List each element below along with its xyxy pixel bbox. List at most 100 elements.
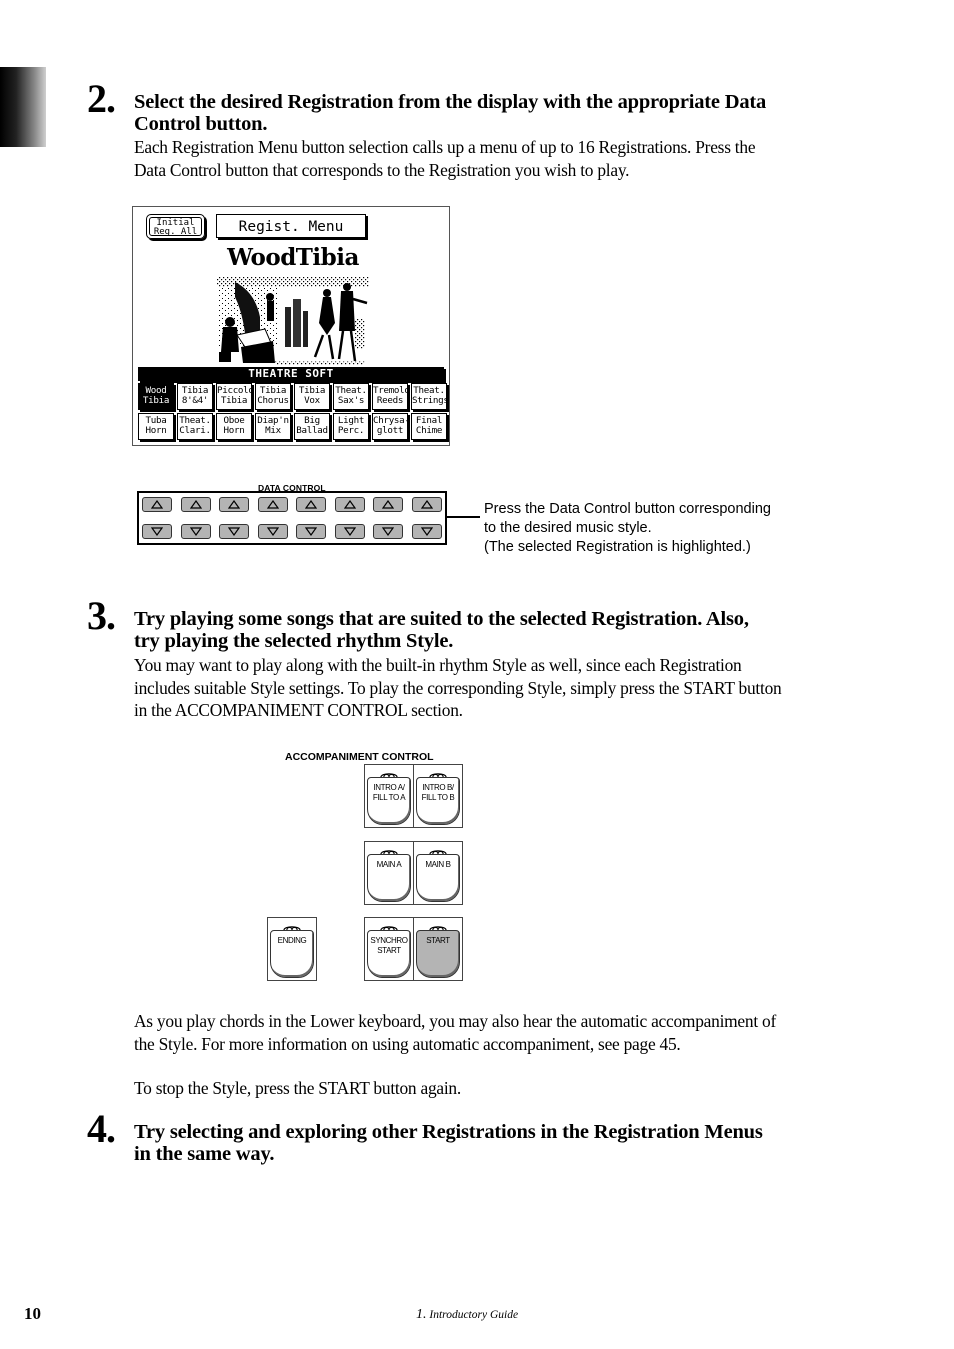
ending-button[interactable]: ENDING — [268, 918, 316, 980]
lcd-display: Initial Reg. All Regist. Menu WoodTibia — [132, 206, 450, 446]
intro-button-group: INTRO A/ FILL TO A INTRO B/ FILL TO B — [364, 764, 463, 828]
callout-line: to the desired music style. — [484, 520, 652, 536]
data-control-down-button-8[interactable] — [411, 524, 442, 539]
triangle-up-icon — [189, 500, 202, 509]
triangle-down-icon — [420, 527, 433, 536]
step-heading-line: Try selecting and exploring other Regist… — [134, 1121, 763, 1143]
registration-bank-name: THEATRE SOFT — [138, 367, 444, 381]
chapter-number: 1. — [416, 1307, 427, 1322]
initial-button-label: Reg. All — [153, 227, 198, 237]
registration-grid: Wood Tibia Tibia 8'&4' Piccolo Tibia Tibia … — [138, 383, 449, 440]
data-control-down-button-5[interactable] — [296, 524, 326, 539]
data-control-up-button-6[interactable] — [334, 497, 365, 512]
data-control-panel — [137, 491, 447, 545]
step-number: 4. — [87, 1106, 116, 1151]
registration-item[interactable]: Wood Tibia — [138, 383, 174, 410]
step-heading-line: in the same way. — [134, 1143, 275, 1165]
registration-item[interactable]: Theat. Sax's — [333, 383, 369, 410]
main-a-button[interactable]: MAIN A — [365, 842, 413, 904]
intro-a-fill-to-a-button[interactable]: INTRO A/ FILL TO A — [365, 765, 413, 827]
data-control-label: DATA CONTROL — [258, 484, 326, 491]
button-label: MAIN B — [425, 860, 451, 869]
body-line: As you play chords in the Lower keyboard… — [134, 1011, 777, 1031]
callout-line: (The selected Registration is highlighte… — [484, 539, 751, 555]
step-heading-line: try playing the selected rhythm Style. — [134, 630, 454, 652]
step-number: 3. — [87, 593, 116, 638]
button-cap: START — [416, 930, 460, 978]
chapter-edge-tab — [0, 67, 46, 147]
start-button-group: SYNCHRO START START — [364, 917, 463, 981]
registration-item[interactable]: Big Ballad — [294, 413, 330, 440]
step-heading: Select the desired Registration from the… — [134, 91, 894, 135]
step-body: Each Registration Menu button selection … — [134, 136, 894, 181]
data-control-down-button-1[interactable] — [142, 524, 172, 539]
registration-item[interactable]: Tibia 8'&4' — [177, 383, 213, 410]
data-control-up-button-4[interactable] — [257, 497, 288, 512]
data-control-down-button-2[interactable] — [180, 524, 211, 539]
data-control-down-button-6[interactable] — [334, 524, 365, 539]
registration-item[interactable]: Tremolo Reeds — [372, 383, 410, 410]
button-cap: ENDING — [270, 930, 314, 978]
step-heading-line: Try playing some songs that are suited t… — [134, 608, 749, 630]
body-line: To stop the Style, press the START butto… — [134, 1078, 461, 1098]
theatre-organ-illustration — [217, 277, 369, 365]
callout-line: Press the Data Control button correspond… — [484, 501, 771, 517]
triangle-down-icon — [305, 527, 317, 536]
triangle-down-icon — [151, 527, 163, 536]
intro-b-fill-to-b-button[interactable]: INTRO B/ FILL TO B — [413, 765, 462, 827]
data-control-up-button-5[interactable] — [296, 497, 326, 512]
data-control-callout: Press the Data Control button correspond… — [484, 500, 844, 557]
triangle-up-icon — [151, 500, 163, 509]
registration-item[interactable]: Tuba Horn — [138, 413, 174, 440]
synchro-start-button[interactable]: SYNCHRO START — [365, 918, 413, 980]
data-control-down-row — [142, 524, 442, 539]
registration-item[interactable]: Diap'n Mix — [255, 413, 291, 440]
triangle-up-icon — [382, 500, 394, 509]
data-control-up-button-1[interactable] — [142, 497, 172, 512]
triangle-up-icon — [305, 500, 317, 509]
data-control-down-button-4[interactable] — [257, 524, 288, 539]
start-button[interactable]: START — [413, 918, 462, 980]
button-cap: SYNCHRO START — [367, 930, 411, 978]
registration-item[interactable]: Piccolo Tibia — [216, 383, 254, 410]
step-heading-line: Select the desired Registration from the… — [134, 91, 767, 113]
data-control-up-button-8[interactable] — [411, 497, 442, 512]
data-control-down-button-3[interactable] — [219, 524, 249, 539]
chapter-footer: 1. Introductory Guide — [416, 1307, 518, 1323]
triangle-down-icon — [382, 527, 394, 536]
data-control-down-button-7[interactable] — [373, 524, 403, 539]
button-cap: INTRO B/ FILL TO B — [416, 777, 460, 825]
registration-item[interactable]: Final Chime — [411, 413, 447, 440]
initial-reg-all-button[interactable]: Initial Reg. All — [146, 214, 205, 239]
main-button-group: MAIN A MAIN B — [364, 841, 463, 905]
registration-item[interactable]: Tibia Chorus — [255, 383, 291, 410]
button-label: INTRO B/ FILL TO B — [421, 783, 455, 802]
button-label: SYNCHRO START — [370, 936, 408, 955]
main-b-button[interactable]: MAIN B — [413, 842, 462, 904]
body-line: the Style. For more information on using… — [134, 1033, 681, 1054]
step-heading: Try playing some songs that are suited t… — [134, 608, 894, 652]
registration-item[interactable]: Theat. Strings — [411, 383, 449, 410]
triangle-up-icon — [266, 500, 279, 509]
data-control-up-button-2[interactable] — [180, 497, 211, 512]
button-label: MAIN A — [376, 860, 402, 869]
registration-item[interactable]: Chrysa- glott — [372, 413, 410, 440]
triangle-up-icon — [343, 500, 356, 509]
registration-name: WoodTibia — [227, 244, 359, 271]
chapter-title: Introductory Guide — [429, 1309, 519, 1321]
data-control-up-row — [142, 497, 442, 512]
registration-item[interactable]: Oboe Horn — [216, 413, 252, 440]
step-heading-line: Control button. — [134, 113, 268, 135]
body-line: Each Registration Menu button selection … — [134, 137, 756, 157]
button-cap: INTRO A/ FILL TO A — [367, 777, 411, 825]
registration-item[interactable]: Light Perc. — [333, 413, 369, 440]
button-label: START — [426, 936, 450, 945]
registration-item[interactable]: Theat. Clari. — [177, 413, 213, 440]
triangle-down-icon — [228, 527, 240, 536]
data-control-up-button-7[interactable] — [373, 497, 403, 512]
button-label: INTRO A/ FILL TO A — [372, 783, 406, 802]
data-control-up-button-3[interactable] — [219, 497, 249, 512]
triangle-down-icon — [266, 527, 279, 536]
ending-button-group: ENDING — [267, 917, 317, 981]
registration-item[interactable]: Tibia Vox — [294, 383, 330, 410]
